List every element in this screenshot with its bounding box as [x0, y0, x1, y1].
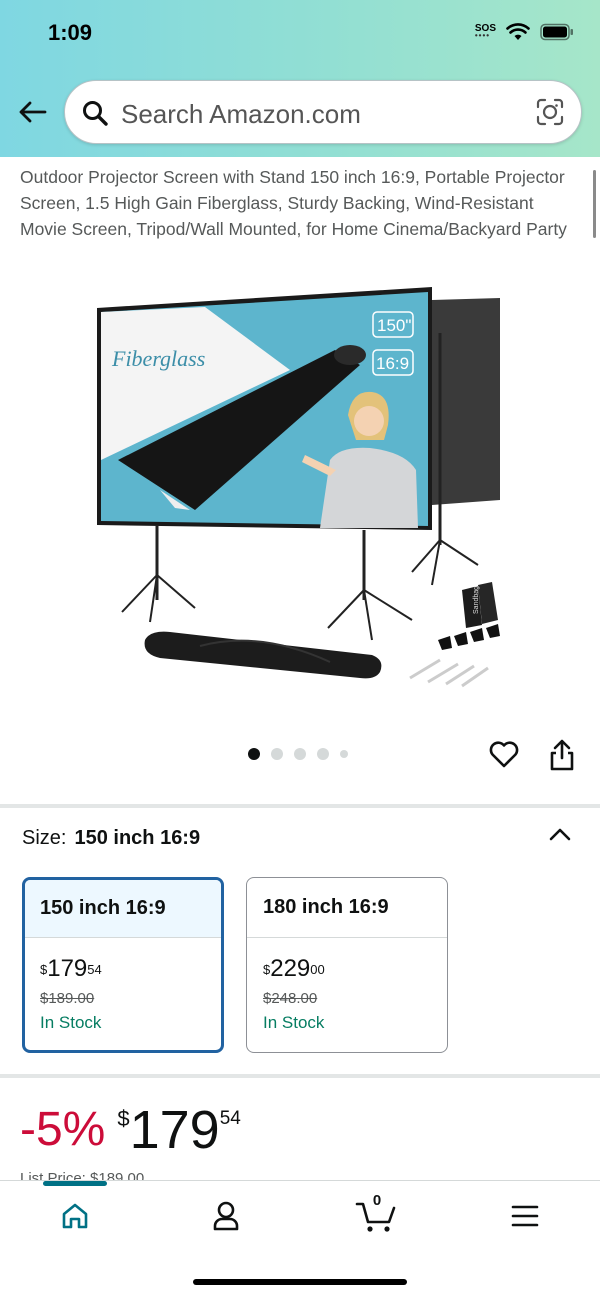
carousel-dot[interactable] [294, 748, 306, 760]
back-button[interactable] [14, 94, 50, 130]
back-arrow-icon [19, 101, 47, 123]
size-option-name: 180 inch 16:9 [247, 878, 447, 938]
nav-menu[interactable] [503, 1196, 547, 1236]
menu-icon [511, 1205, 539, 1227]
price-symbol: $ [263, 962, 271, 977]
discount-percent: -5% [20, 1103, 106, 1156]
cart-count-badge: 0 [372, 1192, 382, 1209]
main-price: -5% $ 179 54 [20, 1100, 241, 1160]
carousel-dot[interactable] [340, 750, 348, 758]
size-option-180[interactable]: 180 inch 16:9 $22900 $248.00 In Stock [246, 877, 448, 1053]
home-icon [62, 1203, 88, 1229]
size-option-stock: In Stock [263, 1013, 325, 1032]
size-badge: 150" [377, 316, 411, 335]
ratio-badge: 16:9 [376, 354, 409, 373]
price-fraction: 54 [87, 962, 102, 977]
carousel-dot[interactable] [248, 748, 260, 760]
nav-active-indicator [43, 1181, 107, 1186]
account-icon [213, 1201, 239, 1231]
size-label: Size: [22, 827, 67, 849]
size-option-stock: In Stock [40, 1013, 102, 1032]
price-symbol: $ [40, 962, 48, 977]
share-icon[interactable] [547, 738, 577, 772]
carousel-dot[interactable] [317, 748, 329, 760]
price-whole: 229 [270, 955, 311, 982]
sos-indicator: SOS •••• [475, 24, 496, 40]
fiberglass-label: Fiberglass [111, 346, 205, 371]
status-time: 1:09 [48, 20, 93, 45]
size-option-150[interactable]: 150 inch 16:9 $17954 $189.00 In Stock [22, 877, 224, 1053]
nav-home[interactable] [53, 1196, 97, 1236]
heart-icon[interactable] [488, 738, 520, 770]
battery-icon [540, 23, 573, 41]
size-option-list-price: $248.00 [263, 990, 318, 1007]
size-selector-header[interactable]: Size: 150 inch 16:9 [22, 827, 200, 850]
nav-account[interactable] [204, 1196, 248, 1236]
home-indicator[interactable] [193, 1279, 407, 1285]
product-title[interactable]: Outdoor Projector Screen with Stand 150 … [20, 164, 580, 242]
sandbag-label: Sandbag [473, 586, 480, 614]
price-whole: 179 [47, 955, 88, 982]
price-fraction: 54 [219, 1108, 241, 1129]
size-option-price: $22900 [263, 956, 447, 982]
size-option-name: 150 inch 16:9 [25, 880, 221, 938]
scrollbar[interactable] [593, 170, 596, 238]
camera-lens-icon[interactable] [535, 97, 565, 127]
image-carousel-dots[interactable] [248, 748, 348, 760]
search-placeholder: Search Amazon.com [121, 99, 361, 129]
price-symbol: $ [117, 1106, 130, 1131]
chevron-up-icon[interactable] [548, 826, 572, 842]
size-selected-value: 150 inch 16:9 [74, 827, 201, 849]
search-input[interactable]: Search Amazon.com [64, 80, 582, 144]
size-option-list-price: $189.00 [40, 990, 95, 1007]
section-divider [0, 1074, 600, 1078]
section-divider [0, 804, 600, 808]
header: 1:09 SOS •••• Search Amazon.com [0, 0, 600, 157]
size-option-price: $17954 [40, 956, 221, 982]
search-icon [83, 101, 108, 126]
wifi-icon [506, 23, 530, 40]
price-whole: 179 [129, 1100, 220, 1160]
projector-screen-image: Fiberglass 150" 16:9 Sandbag [97, 287, 500, 688]
product-image[interactable]: Fiberglass 150" 16:9 Sandbag [0, 280, 600, 720]
carousel-dot[interactable] [271, 748, 283, 760]
price-fraction: 00 [310, 962, 325, 977]
nav-cart[interactable]: 0 [354, 1192, 398, 1236]
status-icons: SOS •••• [475, 23, 574, 41]
